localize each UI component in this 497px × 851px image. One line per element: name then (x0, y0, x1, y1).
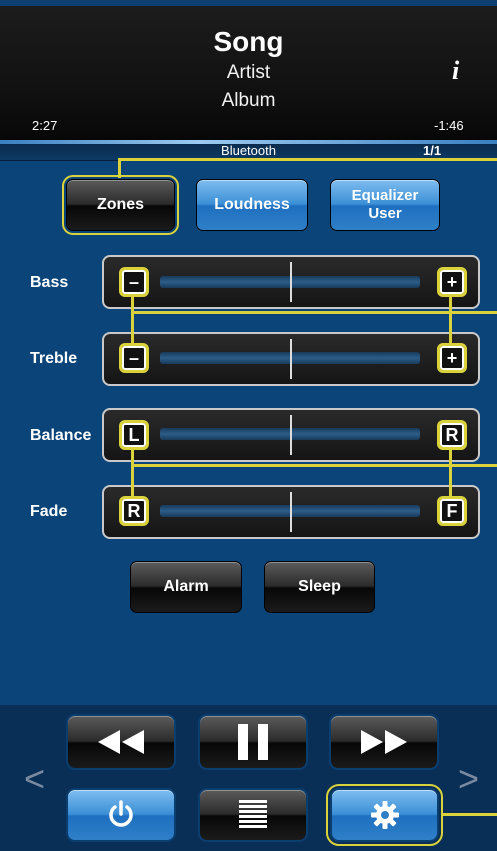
alarm-button[interactable]: Alarm (130, 561, 242, 613)
callout-line-zones (118, 158, 497, 161)
remaining-time: -1:46 (434, 118, 464, 133)
treble-label: Treble (30, 350, 78, 367)
equalizer-label: Equalizer (351, 187, 419, 204)
settings-button[interactable] (326, 784, 443, 846)
pause-icon (238, 724, 268, 760)
loudness-label: Loudness (214, 196, 290, 213)
rewind-button[interactable] (66, 714, 176, 770)
sleep-label: Sleep (298, 578, 341, 595)
track-counter: 1/1 (423, 143, 442, 158)
fade-label: Fade (30, 503, 68, 520)
equalizer-button[interactable]: Equalizer User (330, 179, 440, 231)
callout-balance-fade-left (131, 447, 134, 499)
loudness-button[interactable]: Loudness (196, 179, 308, 231)
fade-front-button[interactable]: F (437, 496, 467, 526)
fade-center-mark (290, 492, 292, 532)
artist-name: Artist (226, 62, 271, 83)
treble-increase-button[interactable]: + (437, 343, 467, 373)
treble-center-mark (290, 339, 292, 379)
callout-balance-fade-line (131, 464, 497, 467)
previous-page-chevron[interactable]: < (24, 758, 45, 800)
balance-center-mark (290, 415, 292, 455)
callout-balance-fade-right (449, 447, 452, 499)
bass-increase-button[interactable]: + (437, 267, 467, 297)
next-page-chevron[interactable]: > (458, 758, 479, 800)
top-accent-bar (0, 0, 497, 6)
bass-center-mark (290, 262, 292, 302)
gear-icon (370, 801, 399, 829)
alarm-label: Alarm (163, 578, 209, 595)
song-title: Song (213, 26, 284, 57)
rewind-icon (98, 730, 144, 754)
power-icon (109, 800, 133, 827)
zones-button[interactable]: Zones (62, 175, 179, 235)
balance-left-button[interactable]: L (119, 420, 149, 450)
fast-forward-button[interactable] (329, 714, 439, 770)
balance-right-button[interactable]: R (437, 420, 467, 450)
fade-rear-button[interactable]: R (119, 496, 149, 526)
list-icon (239, 800, 267, 828)
callout-line-settings (441, 813, 497, 816)
power-button[interactable] (66, 788, 176, 842)
pause-button[interactable] (198, 714, 308, 770)
sleep-button[interactable]: Sleep (264, 561, 375, 613)
callout-bass-treble-line (131, 311, 497, 314)
fast-forward-icon (361, 730, 407, 754)
treble-decrease-button[interactable]: – (119, 343, 149, 373)
album-name: Album (221, 90, 276, 111)
zones-label: Zones (96, 196, 145, 213)
balance-label: Balance (30, 427, 92, 444)
bass-label: Bass (30, 274, 69, 291)
callout-bass-treble-left (131, 294, 134, 346)
elapsed-time: 2:27 (32, 118, 58, 133)
menu-button[interactable] (198, 788, 308, 842)
equalizer-mode-label: User (368, 205, 402, 222)
callout-line-zones-drop (118, 158, 121, 178)
callout-bass-treble-right (449, 294, 452, 346)
info-icon[interactable]: i (452, 56, 459, 86)
bass-decrease-button[interactable]: – (119, 267, 149, 297)
